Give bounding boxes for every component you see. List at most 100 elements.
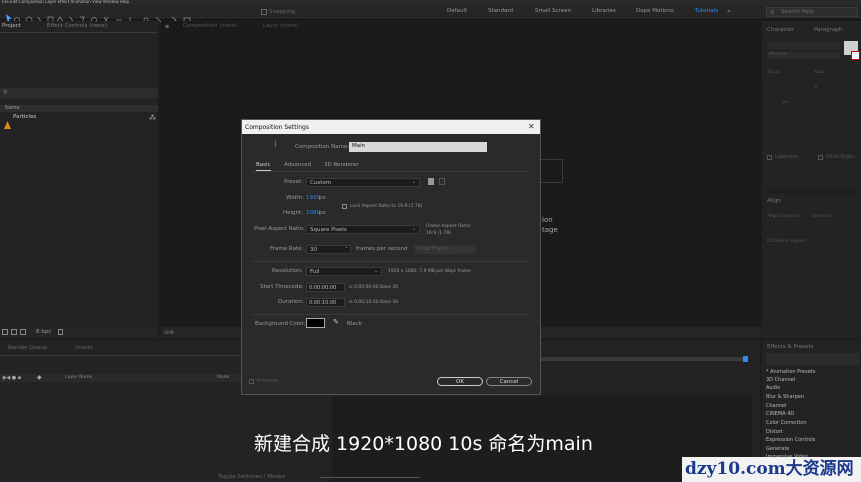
search-help-field[interactable]: ⚲ Search Help <box>766 7 858 17</box>
mode-header[interactable]: Mode <box>217 375 229 381</box>
frame-aspect-value: 16:9 (1.78) <box>426 231 452 236</box>
workspace-tutorials[interactable]: Tutorials <box>695 8 718 15</box>
hindi-digits-checkbox[interactable] <box>818 155 823 160</box>
background-color-swatch[interactable] <box>306 318 325 328</box>
comp-name-field[interactable]: Main <box>349 142 487 152</box>
effects-item[interactable]: Distort <box>766 430 783 435</box>
tab-3d-renderer[interactable]: 3D Renderer <box>324 162 359 169</box>
drop-frame-select[interactable]: Drop Frame <box>414 245 476 254</box>
tab-align[interactable]: Align <box>767 198 781 205</box>
column-name[interactable]: Name <box>5 106 20 111</box>
effects-item[interactable]: Blur & Sharpen <box>766 395 804 400</box>
tab-timeline-none[interactable]: (none) <box>75 345 93 352</box>
chevron-down-icon[interactable]: ⌄ <box>344 244 348 250</box>
effects-item[interactable]: Channel <box>766 404 787 409</box>
resolution-value: Full <box>310 268 320 275</box>
height-value[interactable]: 1080 <box>306 210 320 217</box>
width-value[interactable]: 1920 <box>306 195 320 202</box>
interpret-footage-icon[interactable] <box>2 329 8 335</box>
menu-items[interactable]: File Edit Composition Layer Effect Anima… <box>2 0 129 4</box>
project-footer: 8 bpc <box>0 327 158 338</box>
eyedropper-icon[interactable]: ✎ <box>333 318 339 326</box>
search-icon: ⚲ <box>770 9 775 16</box>
tab-layer[interactable]: Layer (none) <box>263 23 298 30</box>
zoom-slider[interactable] <box>320 477 420 478</box>
work-area-bar[interactable] <box>540 357 748 361</box>
delete-preset-icon[interactable] <box>439 178 445 185</box>
tab-render-queue[interactable]: Render Queue <box>8 345 47 352</box>
tab-effect-controls[interactable]: Effect Controls (none) <box>47 23 107 30</box>
magnification-icon[interactable]: ⊖⊕ <box>164 329 174 336</box>
effects-item[interactable]: Expression Controls <box>766 438 815 443</box>
tab-character[interactable]: Character <box>767 27 794 34</box>
effects-item[interactable]: Color Correction <box>766 421 807 426</box>
preset-select[interactable]: Custom ⌄ <box>306 178 420 187</box>
workspace-standard[interactable]: Standard <box>488 8 513 15</box>
font-family-select[interactable] <box>767 42 840 49</box>
selection-tool-icon[interactable] <box>2 8 12 23</box>
time-indicator-handle[interactable] <box>743 356 748 362</box>
workspace-dope-motions[interactable]: Dope Motions <box>636 8 674 15</box>
workspace-menu-icon[interactable]: » <box>727 8 731 15</box>
bpc-label[interactable]: 8 bpc <box>36 329 51 336</box>
effects-item[interactable]: CINEMA 4D <box>766 412 794 417</box>
effects-search[interactable] <box>766 353 859 365</box>
cancel-button[interactable]: Cancel <box>486 377 532 386</box>
tab-advanced[interactable]: Advanced <box>284 162 311 169</box>
project-search[interactable]: ⚲ <box>0 88 158 98</box>
effects-item[interactable]: Audio <box>766 386 780 391</box>
chevron-down-icon: ⌄ <box>412 179 417 185</box>
tab-composition-label: Composition (none) <box>183 23 238 29</box>
new-comp-icon[interactable] <box>20 329 26 335</box>
new-folder-icon[interactable] <box>11 329 17 335</box>
effects-item[interactable]: * Animation Presets <box>766 370 815 375</box>
effects-item[interactable]: Generate <box>766 447 789 452</box>
resolution-info: 1920 x 1080, 7.9 MB per 8bpc frame <box>388 269 472 274</box>
effects-item[interactable]: 3D Channel <box>766 378 795 383</box>
tab-paragraph[interactable]: Paragraph <box>814 27 842 34</box>
leading-value[interactable]: Auto <box>814 70 824 76</box>
tab-effects-presets[interactable]: Effects & Presets <box>767 344 814 351</box>
duration-field[interactable]: 0:00:10:00 <box>306 298 345 307</box>
lock-aspect-checkbox[interactable] <box>342 204 347 209</box>
pixel-aspect-select[interactable]: Square Pixels ⌄ <box>306 225 420 234</box>
tracking-value[interactable]: 0 <box>814 85 817 91</box>
align-to-label: Align Layers to: <box>767 214 803 219</box>
list-item[interactable]: Particles ⁂ <box>0 114 158 129</box>
drop-frame-label: Drop Frame <box>417 246 450 252</box>
trash-icon[interactable] <box>58 329 63 335</box>
unit-value[interactable]: px <box>782 100 788 106</box>
resolution-label: Resolution: <box>272 268 303 274</box>
item-name: Particles <box>13 114 37 120</box>
close-icon[interactable]: ✕ <box>528 122 535 131</box>
snapping-checkbox[interactable] <box>261 9 267 15</box>
start-timecode-field[interactable]: 0:00:00:00 <box>306 283 345 292</box>
ligatures-checkbox[interactable] <box>767 155 772 160</box>
toggle-switches-label[interactable]: Toggle Switches / Modes <box>218 474 285 481</box>
workspace-default[interactable]: Default <box>447 8 467 15</box>
font-style-select[interactable]: Medium <box>767 52 840 59</box>
preview-checkbox[interactable] <box>249 379 254 384</box>
stroke-color-swatch[interactable] <box>851 51 860 60</box>
workspace-libraries[interactable]: Libraries <box>592 8 616 15</box>
tab-project[interactable]: Project <box>2 23 21 30</box>
av-switches-icons[interactable]: ◉◀ ● ▪ <box>2 375 21 381</box>
layer-name-header[interactable]: Layer Name <box>65 375 92 381</box>
height-unit: px <box>319 210 326 216</box>
tool-icons[interactable] <box>12 9 212 24</box>
cone-icon <box>4 114 11 133</box>
workspace-small-screen[interactable]: Small Screen <box>535 8 571 15</box>
align-to-select[interactable]: Selection <box>812 214 833 220</box>
save-preset-icon[interactable] <box>428 178 434 185</box>
tab-composition[interactable]: Composition (none) <box>183 23 238 30</box>
menu-icon[interactable]: ≡ <box>165 24 169 30</box>
label-tag-icon[interactable]: ◆ <box>37 374 42 381</box>
tab-basic[interactable]: Basic <box>256 162 271 171</box>
ok-button[interactable]: OK <box>437 377 483 386</box>
pixel-aspect-value: Square Pixels <box>310 226 347 233</box>
font-size-value[interactable]: 10 px <box>767 70 780 76</box>
resolution-select[interactable]: Full ⌄ <box>306 267 382 276</box>
width-label: Width: <box>286 195 304 201</box>
background-color-name: Black <box>347 321 362 327</box>
font-style-value: Medium <box>769 52 787 57</box>
